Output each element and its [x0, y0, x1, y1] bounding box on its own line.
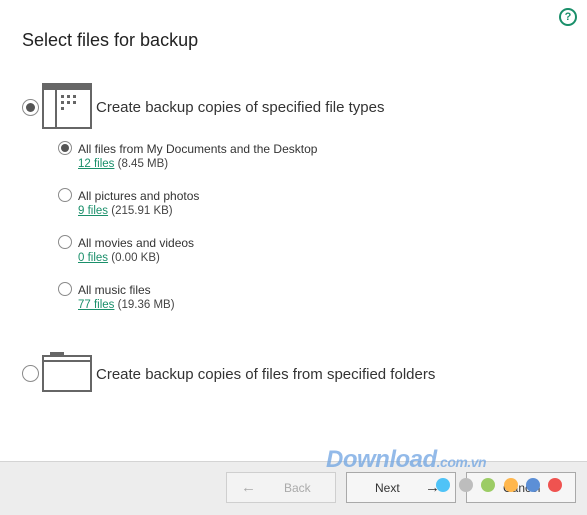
next-button-label: Next: [375, 481, 400, 495]
arrow-left-icon: ←: [241, 479, 256, 496]
radio-music-files[interactable]: [58, 282, 72, 296]
watermark-logo: Download.com.vn: [326, 446, 487, 474]
file-size: (19.36 MB): [117, 299, 175, 311]
watermark-tld: .com.vn: [436, 454, 487, 470]
watermark-dot: [548, 478, 562, 492]
option-specified-folders-label[interactable]: Create backup copies of files from speci…: [96, 366, 435, 383]
folder-icon: [42, 352, 92, 392]
watermark-dot: [436, 478, 450, 492]
window-grid-icon: [42, 83, 92, 129]
file-size: (8.45 MB): [117, 158, 169, 170]
radio-pictures-photos[interactable]: [58, 188, 72, 202]
files-link[interactable]: 9 files: [78, 205, 108, 217]
sub-option-music-info: 77 files (19.36 MB): [78, 299, 175, 311]
sub-option-music-label[interactable]: All music files: [78, 283, 151, 297]
radio-my-documents-desktop[interactable]: [58, 141, 72, 155]
sub-option-my-documents-info: 12 files (8.45 MB): [78, 158, 168, 170]
watermark-dot: [481, 478, 495, 492]
sub-option-movies-info: 0 files (0.00 KB): [78, 252, 160, 264]
watermark-dot: [504, 478, 518, 492]
watermark-text: Download: [326, 446, 437, 473]
files-link[interactable]: 12 files: [78, 158, 114, 170]
radio-specified-folders[interactable]: [22, 365, 39, 382]
file-size: (0.00 KB): [111, 252, 160, 264]
radio-specified-file-types[interactable]: [22, 99, 39, 116]
watermark-dot: [459, 478, 473, 492]
file-size: (215.91 KB): [111, 205, 173, 217]
sub-option-pictures-label[interactable]: All pictures and photos: [78, 189, 199, 203]
option-specified-file-types-label[interactable]: Create backup copies of specified file t…: [96, 99, 385, 116]
files-link[interactable]: 0 files: [78, 252, 108, 264]
sub-option-movies-label[interactable]: All movies and videos: [78, 236, 194, 250]
sub-option-pictures-info: 9 files (215.91 KB): [78, 205, 173, 217]
backup-wizard-page: ? Select files for backup Create backup …: [0, 0, 587, 515]
back-button[interactable]: ← Back: [226, 472, 336, 503]
radio-movies-videos[interactable]: [58, 235, 72, 249]
back-button-label: Back: [284, 481, 311, 495]
help-icon[interactable]: ?: [559, 8, 577, 26]
page-title: Select files for backup: [22, 30, 199, 50]
watermark-dot: [526, 478, 540, 492]
sub-option-my-documents-label[interactable]: All files from My Documents and the Desk…: [78, 142, 317, 156]
files-link[interactable]: 77 files: [78, 299, 114, 311]
